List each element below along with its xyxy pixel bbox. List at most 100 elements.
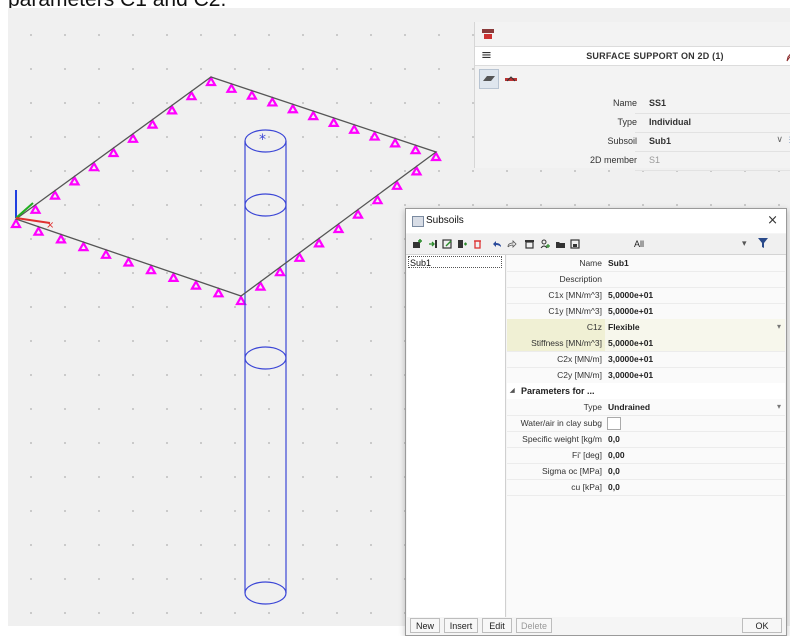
grid-row[interactable]: cu [kPa] 0,0 xyxy=(507,479,785,496)
grid-value[interactable]: Undrained xyxy=(605,399,785,415)
support-triangle-icon[interactable] xyxy=(10,217,22,229)
grid-row[interactable]: Type Undrained ▾ xyxy=(507,399,785,416)
surface-view-button[interactable] xyxy=(479,69,499,89)
surface-icon xyxy=(483,76,495,81)
collapse-triangle-icon[interactable]: ◢ xyxy=(510,383,515,399)
group-header[interactable]: ◢ Parameters for ... xyxy=(507,383,785,399)
slab-edges[interactable] xyxy=(14,76,438,297)
support-triangle-icon[interactable] xyxy=(348,123,361,134)
grid-value[interactable]: 5,0000e+01 xyxy=(605,303,785,319)
close-button[interactable]: × xyxy=(767,213,778,228)
grid-value[interactable]: 0,0 xyxy=(605,479,785,495)
property-label: Type xyxy=(617,117,637,127)
grid-row[interactable]: C1x [MN/m^3] 5,0000e+01 xyxy=(507,287,785,304)
grid-row[interactable]: Sigma oc [MPa] 0,0 xyxy=(507,463,785,480)
grid-row[interactable]: Water/air in clay subg xyxy=(507,415,785,432)
grid-label: Name xyxy=(579,258,602,268)
supports-layer xyxy=(10,75,442,306)
grid-row[interactable]: Fi' [deg] 0,00 xyxy=(507,447,785,464)
edit-item-icon[interactable] xyxy=(442,239,453,249)
checkbox[interactable] xyxy=(607,417,621,430)
grid-row[interactable]: Name Sub1 xyxy=(507,255,785,272)
grid-value[interactable]: 3,0000e+01 xyxy=(605,367,785,383)
support-triangle-icon[interactable] xyxy=(212,287,225,298)
surface-support-icon[interactable] xyxy=(481,28,495,40)
chevron-down-icon[interactable]: ▾ xyxy=(777,399,781,415)
support-triangle-icon[interactable] xyxy=(100,248,112,259)
support-triangle-icon[interactable] xyxy=(409,143,422,155)
support-triangle-icon[interactable] xyxy=(145,263,157,275)
grid-row[interactable]: C2y [MN/m] 3,0000e+01 xyxy=(507,367,785,384)
support-triangle-icon[interactable] xyxy=(167,271,180,282)
support-triangle-icon[interactable] xyxy=(389,137,401,148)
grid-value[interactable]: 5,0000e+01 xyxy=(605,335,785,351)
property-row[interactable]: Name SS1 xyxy=(475,94,790,113)
grid-label: C1y [MN/m^3] xyxy=(548,306,602,316)
filter-select[interactable]: All ▾ xyxy=(634,237,780,251)
property-value[interactable]: Sub1 xyxy=(649,136,671,146)
redo-icon[interactable] xyxy=(506,239,517,249)
grid-label: C1z xyxy=(507,319,605,335)
grid-row[interactable]: C1z Flexible ▾ xyxy=(507,319,785,336)
grid-value[interactable]: Flexible xyxy=(605,319,785,335)
support-triangle-icon[interactable] xyxy=(55,233,67,244)
support-triangle-icon[interactable] xyxy=(190,279,202,290)
grid-row[interactable]: Description xyxy=(507,271,785,288)
support-triangle-icon[interactable] xyxy=(32,225,45,236)
support-view-button[interactable] xyxy=(501,69,521,89)
folder-icon[interactable] xyxy=(555,239,566,249)
support-triangle-icon[interactable] xyxy=(368,130,381,141)
grid-label: C1x [MN/m^3] xyxy=(548,290,602,300)
support-triangle-icon[interactable] xyxy=(327,116,340,128)
property-value[interactable]: SS1 xyxy=(649,98,666,108)
dialog-toolbar: All ▾ xyxy=(406,234,786,255)
grid-row[interactable]: C1y [MN/m^3] 5,0000e+01 xyxy=(507,303,785,320)
grid-value[interactable]: 5,0000e+01 xyxy=(605,287,785,303)
property-value: S1 xyxy=(649,155,661,165)
table-view-icon[interactable] xyxy=(524,239,535,249)
support-triangle-icon[interactable] xyxy=(235,294,247,306)
grid-row[interactable]: Specific weight [kg/m 0,0 xyxy=(507,431,785,448)
grid-label: Water/air in clay subg xyxy=(520,418,602,428)
support-triangle-icon[interactable] xyxy=(286,103,299,114)
undo-icon[interactable] xyxy=(492,239,503,249)
grid-value[interactable]: 0,00 xyxy=(605,447,785,463)
support-triangle-icon[interactable] xyxy=(122,256,135,267)
support-triangle-icon[interactable] xyxy=(246,89,258,100)
grid-value[interactable] xyxy=(605,271,785,287)
grid-value[interactable]: Sub1 xyxy=(605,255,785,271)
chevron-down-icon[interactable]: ▾ xyxy=(742,238,747,249)
support-triangle-icon[interactable] xyxy=(266,96,279,107)
subsoil-list[interactable]: Sub1 xyxy=(407,255,506,617)
support-triangle-icon[interactable] xyxy=(307,109,320,121)
grid-row[interactable]: Stiffness [MN/m^3] 5,0000e+01 xyxy=(507,335,785,352)
user-settings-icon[interactable] xyxy=(540,239,551,249)
property-value[interactable]: Individual xyxy=(649,117,691,127)
pile-column[interactable]: * xyxy=(244,129,287,605)
copy-item-icon[interactable] xyxy=(457,239,468,249)
group-title: Parameters for ... xyxy=(521,386,595,396)
support-triangle-icon[interactable] xyxy=(225,82,238,93)
grid-value[interactable]: 0,0 xyxy=(605,463,785,479)
hamburger-menu-icon[interactable]: ≡ xyxy=(481,49,492,62)
grid-label: C2x [MN/m] xyxy=(557,354,602,364)
grid-value[interactable]: 3,0000e+01 xyxy=(605,351,785,367)
save-icon[interactable] xyxy=(570,239,581,249)
grid-label: Description xyxy=(559,274,602,284)
new-item-icon[interactable] xyxy=(412,239,423,249)
chevron-down-icon[interactable]: ▾ xyxy=(777,319,781,335)
grid-row[interactable]: C2x [MN/m] 3,0000e+01 xyxy=(507,351,785,368)
grid-value[interactable]: 0,0 xyxy=(605,431,785,447)
delete-item-icon[interactable] xyxy=(472,239,483,249)
3d-viewport[interactable]: * × ≡ SURFACE SUPPORT ON 2D (1) Name SS1… xyxy=(8,8,790,636)
funnel-filter-icon[interactable] xyxy=(756,237,770,249)
property-row[interactable]: 2D member S1 xyxy=(475,151,790,170)
chevron-down-icon[interactable]: ∨ xyxy=(776,134,783,145)
edit-pencil-icon[interactable] xyxy=(785,50,790,62)
property-row[interactable]: SubsoilSub1∨☰ xyxy=(475,132,790,151)
property-row[interactable]: TypeIndividual∨ xyxy=(475,113,790,132)
insert-item-icon[interactable] xyxy=(427,239,438,249)
list-item[interactable]: Sub1 xyxy=(408,256,502,268)
support-triangle-icon[interactable] xyxy=(77,240,90,252)
panel-title: SURFACE SUPPORT ON 2D (1) xyxy=(586,51,724,61)
